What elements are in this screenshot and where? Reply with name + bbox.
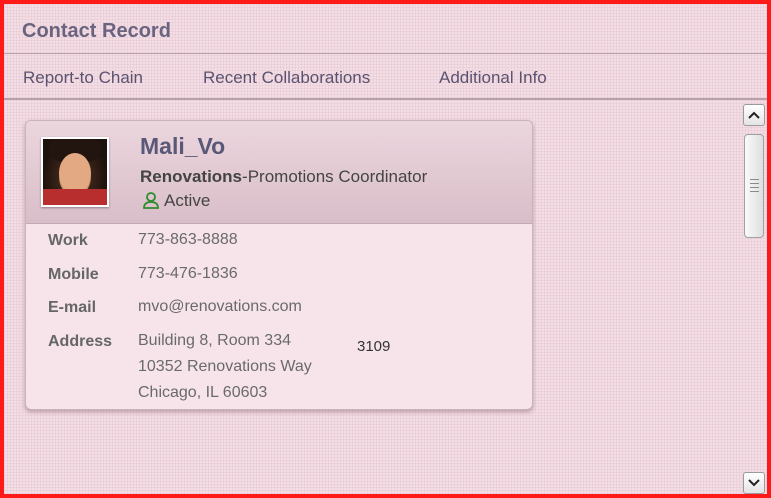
title-bar: Contact Record — [4, 4, 767, 54]
scroll-up-button[interactable] — [743, 104, 765, 126]
content-area: Mali_Vo Renovations-Promotions Coordinat… — [4, 100, 737, 494]
work-phone[interactable]: 773-863-8888 — [138, 227, 238, 253]
person-icon — [143, 192, 159, 209]
window-title: Contact Record — [22, 20, 171, 42]
tab-bar: Report-to Chain Recent Collaborations Ad… — [4, 54, 767, 100]
address-label: Address — [48, 333, 113, 350]
status-text: Active — [164, 191, 211, 210]
avatar — [41, 137, 109, 207]
address-line-2: 10352 Renovations Way — [138, 358, 312, 375]
contact-record-window: Contact Record Report-to Chain Recent Co… — [0, 0, 771, 498]
organization-name: Renovations — [140, 167, 243, 186]
tab-additional-info[interactable]: Additional Info — [439, 68, 547, 88]
mobile-label: Mobile — [48, 266, 99, 283]
vertical-scrollbar[interactable] — [741, 100, 767, 494]
email-label: E-mail — [48, 299, 97, 316]
org-title-line: Renovations-Promotions Coordinator — [140, 167, 427, 187]
contact-card: Mali_Vo Renovations-Promotions Coordinat… — [25, 120, 533, 410]
address-block: Building 8, Room 334 10352 Renovations W… — [138, 328, 312, 406]
contact-card-header: Mali_Vo Renovations-Promotions Coordinat… — [26, 121, 532, 224]
address-line-1: Building 8, Room 334 — [138, 332, 291, 349]
scroll-thumb[interactable] — [744, 134, 764, 238]
chevron-down-icon — [748, 479, 760, 487]
tab-recent-collaborations[interactable]: Recent Collaborations — [203, 68, 370, 88]
scroll-down-button[interactable] — [743, 472, 765, 494]
email-address[interactable]: mvo@renovations.com — [138, 294, 302, 320]
status-line: Active — [142, 191, 210, 211]
address-line-3: Chicago, IL 60603 — [138, 384, 268, 401]
contact-name[interactable]: Mali_Vo — [140, 133, 225, 160]
chevron-up-icon — [748, 111, 760, 119]
mobile-phone[interactable]: 773-476-1836 — [138, 261, 238, 287]
overlapping-text: 3109 — [357, 338, 391, 355]
job-title: Promotions Coordinator — [247, 167, 428, 186]
tab-report-to-chain[interactable]: Report-to Chain — [23, 68, 143, 88]
work-label: Work — [48, 232, 88, 249]
